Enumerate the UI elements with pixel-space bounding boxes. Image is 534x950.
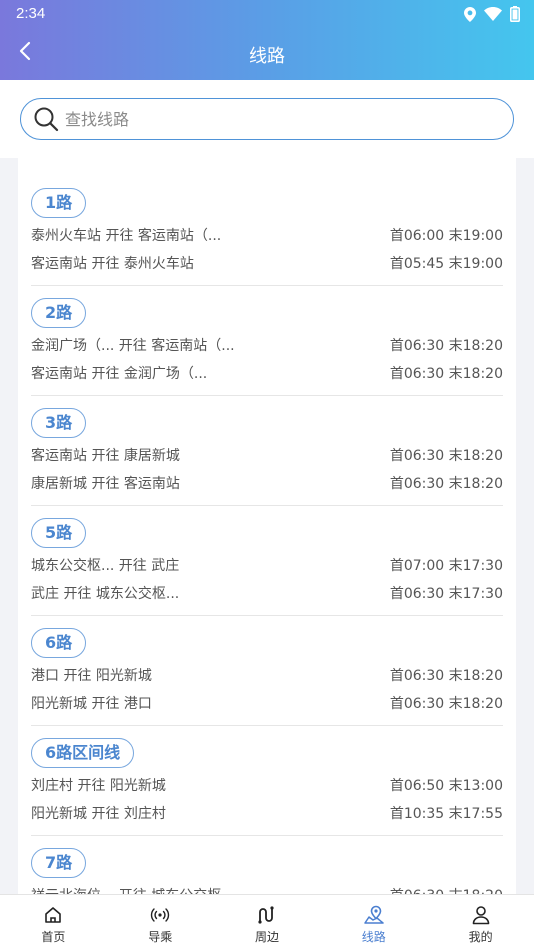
route-item[interactable]: 1路 泰州火车站 开往 客运南站（... 首06:00 末19:00 客运南站 … xyxy=(31,176,503,286)
direction-time: 首06:30 末18:20 xyxy=(390,885,503,894)
route-badge[interactable]: 1路 xyxy=(31,188,87,218)
tab-label: 线路 xyxy=(361,930,386,944)
direction-text: 阳光新城 开往 港口 xyxy=(31,696,152,712)
status-bar: 2:34 xyxy=(0,0,534,28)
route-badge[interactable]: 7路 xyxy=(31,848,87,878)
direction-text: 客运南站 开往 金润广场（... xyxy=(31,366,208,382)
map-pin-icon xyxy=(363,905,385,925)
direction-text: 刘庄村 开往 阳光新城 xyxy=(31,778,166,794)
route-item[interactable]: 2路 金润广场（... 开往 客运南站（... 首06:30 末18:20 客运… xyxy=(31,286,503,396)
wifi-icon xyxy=(484,7,502,21)
direction-text: 客运南站 开往 泰州火车站 xyxy=(31,256,194,272)
route-direction: 康居新城 开往 客运南站 首06:30 末18:20 xyxy=(31,473,503,493)
search-area xyxy=(0,80,534,158)
route-direction: 港口 开往 阳光新城 首06:30 末18:20 xyxy=(31,665,503,685)
signal-icon xyxy=(150,905,170,925)
direction-time: 首07:00 末17:30 xyxy=(389,558,503,574)
direction-text: 港口 开往 阳光新城 xyxy=(31,668,152,684)
route-direction: 客运南站 开往 金润广场（... 首06:30 末18:20 xyxy=(31,363,503,383)
direction-text: 金润广场（... 开往 客运南站（... xyxy=(31,338,235,354)
direction-time: 首06:50 末13:00 xyxy=(389,778,503,794)
route-direction: 祥云北海位... 开往 城东公交枢... 首06:30 末18:20 xyxy=(31,885,503,894)
status-time: 2:34 xyxy=(16,5,46,22)
route-item[interactable]: 6路区间线 刘庄村 开往 阳光新城 首06:50 末13:00 阳光新城 开往 … xyxy=(31,726,503,836)
direction-text: 城东公交枢... 开往 武庄 xyxy=(31,558,180,574)
tab-label: 首页 xyxy=(41,930,66,944)
route-item[interactable]: 7路 祥云北海位... 开往 城东公交枢... 首06:30 末18:20 xyxy=(31,836,503,894)
direction-time: 首06:30 末18:20 xyxy=(389,448,503,464)
tab-nearby[interactable]: 周边 xyxy=(214,895,321,950)
route-path-icon xyxy=(257,905,277,925)
page-title: 线路 xyxy=(249,46,285,67)
route-direction: 武庄 开往 城东公交枢... 首06:30 末17:30 xyxy=(31,583,503,603)
location-icon xyxy=(464,6,476,22)
search-input[interactable] xyxy=(65,105,485,133)
route-direction: 阳光新城 开往 港口 首06:30 末18:20 xyxy=(31,693,503,713)
route-badge[interactable]: 6路 xyxy=(31,628,87,658)
direction-text: 泰州火车站 开往 客运南站（... xyxy=(31,228,222,244)
app-header: 2:34 线路 xyxy=(0,0,534,80)
route-direction: 刘庄村 开往 阳光新城 首06:50 末13:00 xyxy=(31,775,503,795)
route-direction: 阳光新城 开往 刘庄村 首10:35 末17:55 xyxy=(31,803,503,823)
direction-text: 康居新城 开往 客运南站 xyxy=(31,476,180,492)
status-icons xyxy=(464,6,520,22)
direction-text: 祥云北海位... 开往 城东公交枢... xyxy=(31,885,235,894)
direction-time: 首06:30 末18:20 xyxy=(389,696,503,712)
route-badge[interactable]: 2路 xyxy=(31,298,87,328)
route-badge[interactable]: 3路 xyxy=(31,408,87,438)
direction-time: 首06:00 末19:00 xyxy=(389,228,503,244)
route-item[interactable]: 6路 港口 开往 阳光新城 首06:30 末18:20 阳光新城 开往 港口 首… xyxy=(31,616,503,726)
direction-time: 首06:30 末18:20 xyxy=(389,476,503,492)
title-bar: 线路 xyxy=(0,28,534,80)
route-direction: 城东公交枢... 开往 武庄 首07:00 末17:30 xyxy=(31,555,503,575)
direction-time: 首10:35 末17:55 xyxy=(389,806,503,822)
direction-time: 首05:45 末19:00 xyxy=(389,256,503,272)
direction-text: 阳光新城 开往 刘庄村 xyxy=(31,806,166,822)
search-box[interactable] xyxy=(20,98,514,140)
direction-time: 首06:30 末18:20 xyxy=(389,668,503,684)
route-direction: 客运南站 开往 泰州火车站 首05:45 末19:00 xyxy=(31,253,503,273)
route-list: 1路 泰州火车站 开往 客运南站（... 首06:00 末19:00 客运南站 … xyxy=(18,158,516,894)
battery-icon xyxy=(510,6,520,22)
tab-mine[interactable]: 我的 xyxy=(427,895,534,950)
tab-guide[interactable]: 导乘 xyxy=(107,895,214,950)
bottom-tab-bar: 首页 导乘 周边 线路 我的 xyxy=(0,894,534,950)
search-icon xyxy=(33,106,59,136)
direction-text: 客运南站 开往 康居新城 xyxy=(31,448,180,464)
route-item[interactable]: 3路 客运南站 开往 康居新城 首06:30 末18:20 康居新城 开往 客运… xyxy=(31,396,503,506)
direction-text: 武庄 开往 城东公交枢... xyxy=(31,586,180,602)
route-direction: 金润广场（... 开往 客运南站（... 首06:30 末18:20 xyxy=(31,335,503,355)
user-icon xyxy=(471,905,491,925)
route-badge[interactable]: 5路 xyxy=(31,518,87,548)
route-badge[interactable]: 6路区间线 xyxy=(31,738,135,768)
tab-home[interactable]: 首页 xyxy=(0,895,107,950)
route-item[interactable]: 5路 城东公交枢... 开往 武庄 首07:00 末17:30 武庄 开往 城东… xyxy=(31,506,503,616)
tab-label: 我的 xyxy=(468,930,493,944)
route-direction: 泰州火车站 开往 客运南站（... 首06:00 末19:00 xyxy=(31,225,503,245)
home-icon xyxy=(43,905,63,925)
tab-label: 周边 xyxy=(254,930,279,944)
direction-time: 首06:30 末18:20 xyxy=(389,366,503,382)
route-direction: 客运南站 开往 康居新城 首06:30 末18:20 xyxy=(31,445,503,465)
direction-time: 首06:30 末17:30 xyxy=(389,586,503,602)
direction-time: 首06:30 末18:20 xyxy=(389,338,503,354)
tab-label: 导乘 xyxy=(148,930,173,944)
tab-routes[interactable]: 线路 xyxy=(320,895,427,950)
